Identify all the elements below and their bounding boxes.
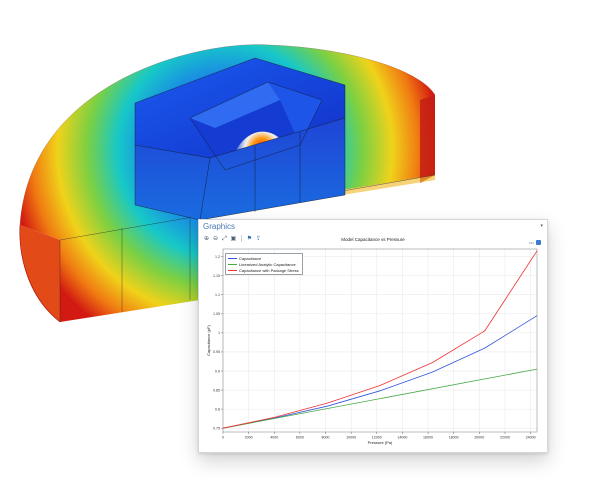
series-point-0 — [432, 371, 433, 373]
y-tick-label: 0.8 — [215, 407, 220, 411]
x-axis-label: Pressure (Pa) — [368, 440, 393, 445]
x-tick-label: 20000 — [474, 436, 484, 440]
x-tick-label: 14000 — [397, 436, 407, 440]
y-tick-label: 0.75 — [213, 426, 220, 430]
x-tick-label: 18000 — [449, 436, 459, 440]
graphics-window[interactable]: Graphics ▾ ⊕ ⊖ ⤢ ▣ ⚑ ⇪ Model Capacitance… — [198, 219, 548, 453]
legend-swatch-package-stress — [228, 269, 237, 271]
y-tick-label: 1.1 — [215, 293, 220, 297]
x-tick-label: 12000 — [372, 436, 382, 440]
x-tick-label: 6000 — [296, 436, 304, 440]
legend-swatch-capacitance — [228, 257, 237, 259]
x-tick-label: 0 — [222, 436, 224, 440]
series-point-2 — [222, 427, 224, 429]
series-point-1 — [536, 368, 538, 370]
y-tick-label: 1.05 — [213, 312, 220, 316]
x-tick-label: 8000 — [322, 436, 330, 440]
y-tick-label: 0.85 — [213, 388, 220, 392]
series-line-0 — [222, 315, 538, 429]
x-tick-label: 4000 — [270, 436, 278, 440]
y-tick-label: 0.9 — [215, 369, 220, 373]
plot-frame — [222, 248, 538, 433]
x-tick-label: 2000 — [245, 436, 253, 440]
y-tick-label: 1.15 — [213, 274, 220, 278]
y-tick-label: 1.2 — [215, 255, 220, 259]
series-point-2 — [379, 385, 381, 386]
x-tick-label: 10000 — [346, 436, 356, 440]
legend-label: Capacitance with Package Stress — [239, 267, 299, 273]
x-tick-label: 22000 — [500, 436, 510, 440]
grid-layer — [222, 249, 537, 432]
legend: Capacitance Linearized Analytic Capacita… — [225, 253, 303, 275]
legend-swatch-linearized — [228, 263, 237, 265]
axes-layer — [221, 248, 538, 434]
series-point-2 — [536, 250, 538, 252]
series-point-2 — [327, 402, 328, 404]
y-tick-label: 0.95 — [213, 350, 220, 354]
legend-item: Linearized Analytic Capacitance — [228, 261, 299, 267]
series-line-2 — [222, 250, 538, 429]
y-axis-label: Capacitance (pF) — [206, 324, 211, 355]
legend-item: Capacitance with Package Stress — [228, 267, 299, 273]
series-point-2 — [275, 416, 276, 418]
series-point-2 — [484, 330, 485, 332]
series-point-0 — [536, 315, 538, 317]
legend-label: Linearized Analytic Capacitance — [239, 261, 296, 267]
series-point-2 — [432, 362, 433, 363]
y-tick-label: 1 — [218, 331, 220, 335]
labels-layer: 0 2000 4000 6000 8000 10000 12000 14000 16000 180… — [206, 255, 536, 445]
x-tick-label: 16000 — [423, 436, 433, 440]
series-point-0 — [484, 347, 485, 349]
x-tick-label: 24000 — [526, 436, 536, 440]
legend-label: Capacitance — [239, 255, 262, 261]
series-layer — [222, 250, 538, 429]
series-point-0 — [327, 405, 328, 407]
series-line-1 — [222, 368, 538, 429]
series-point-0 — [379, 390, 381, 392]
